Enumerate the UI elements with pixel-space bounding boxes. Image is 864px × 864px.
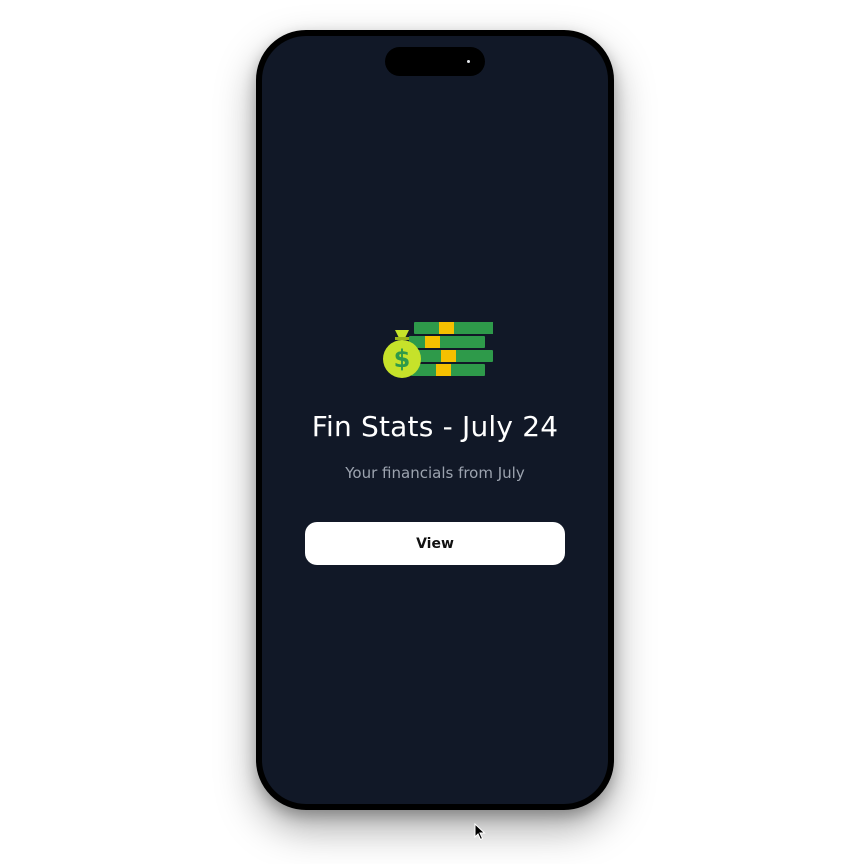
page: $ Fin Stats - July 24 Your financials fr… (0, 0, 864, 864)
svg-text:$: $ (394, 345, 411, 373)
dynamic-island (385, 47, 485, 76)
page-subtitle: Your financials from July (345, 464, 525, 482)
money-bag-cash-stack-icon: $ (383, 322, 493, 378)
phone-frame: $ Fin Stats - July 24 Your financials fr… (256, 30, 614, 810)
camera-dot (467, 60, 470, 63)
cash-stack-icon (409, 322, 493, 376)
mouse-pointer-icon (474, 823, 486, 841)
view-button[interactable]: View (305, 522, 565, 565)
page-title: Fin Stats - July 24 (311, 410, 559, 443)
